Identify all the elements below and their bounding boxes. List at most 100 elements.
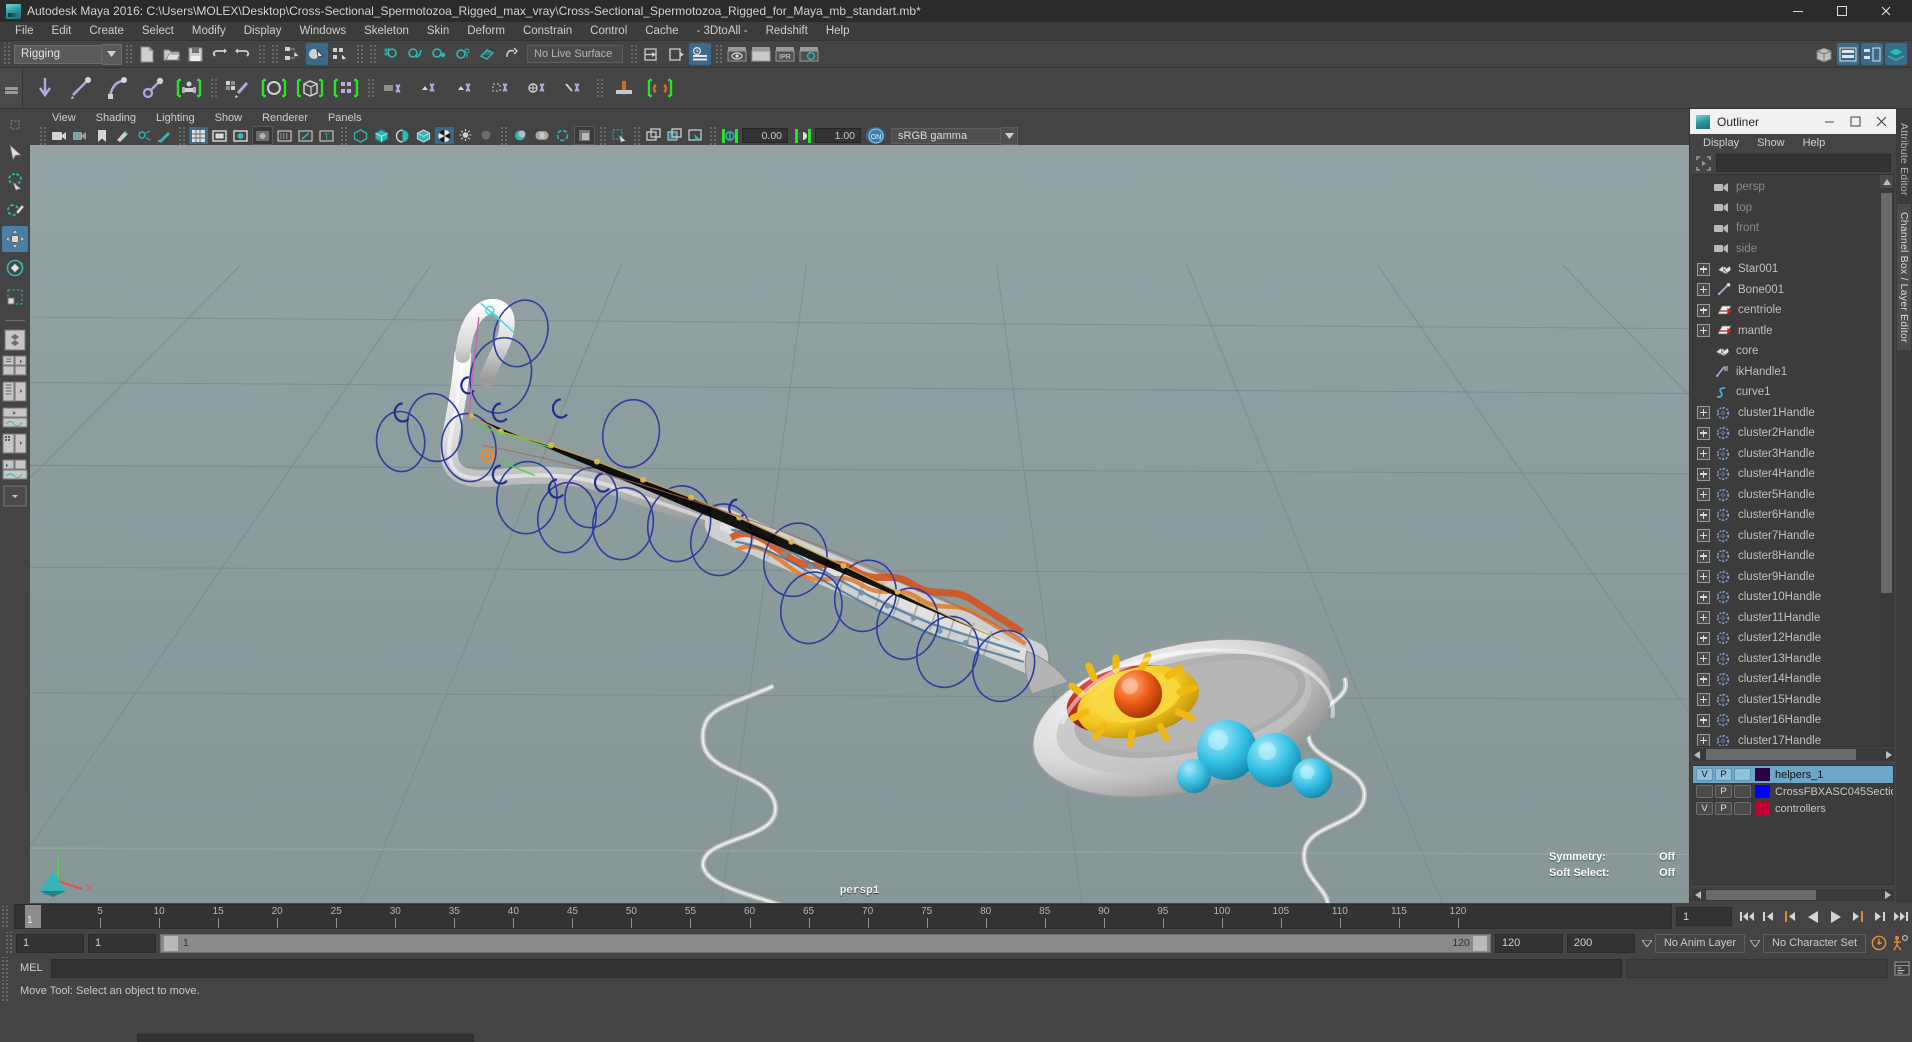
menuset-selector[interactable]: Rigging <box>14 44 102 64</box>
scale-constraint-icon[interactable] <box>487 72 519 104</box>
layer-horizontal-scrollbar[interactable] <box>1692 889 1894 901</box>
insert-joint-icon[interactable] <box>137 72 169 104</box>
expand-toggle-icon[interactable] <box>1697 652 1710 666</box>
wireframe-shading-icon[interactable] <box>351 127 370 144</box>
mirror-joint-icon[interactable] <box>644 72 676 104</box>
tab-channel-box-layer-editor[interactable]: Channel Box / Layer Editor <box>1897 203 1911 351</box>
save-scene-icon[interactable] <box>184 43 206 65</box>
undo-icon[interactable] <box>208 43 230 65</box>
grease-pencil-icon[interactable] <box>155 127 174 144</box>
animation-preferences-icon[interactable] <box>1869 932 1889 954</box>
sidebar-channel-box-icon[interactable] <box>1885 43 1907 65</box>
expand-toggle-icon[interactable] <box>1697 631 1710 645</box>
helpline-gripper[interactable] <box>0 980 9 1002</box>
use-all-lights-icon[interactable] <box>456 127 475 144</box>
outliner-scroll-up-icon[interactable] <box>1880 175 1893 188</box>
command-input-field[interactable] <box>50 958 1622 978</box>
outliner-search-input[interactable] <box>1716 154 1891 172</box>
menu-redshift[interactable]: Redshift <box>757 22 817 40</box>
outliner-filter-icon[interactable] <box>1695 155 1712 172</box>
select-tool-icon[interactable] <box>2 139 28 165</box>
expand-toggle-icon[interactable] <box>1697 406 1710 420</box>
outliner-menu-show[interactable]: Show <box>1748 137 1794 149</box>
resolution-gate-icon[interactable] <box>231 127 250 144</box>
menu-cache[interactable]: Cache <box>636 22 687 40</box>
open-render-view-icon[interactable] <box>644 127 663 144</box>
panel-menu-panels[interactable]: Panels <box>318 112 372 124</box>
layout-persp-graph-icon[interactable] <box>2 406 28 430</box>
range-slider-bar[interactable]: 1 120 <box>160 933 1491 953</box>
outliner-close-icon[interactable] <box>1868 109 1894 134</box>
lattice-deformer-icon[interactable] <box>294 72 326 104</box>
play-forwards-icon[interactable] <box>1825 906 1845 928</box>
outliner-item-cluster16handle[interactable]: cluster16Handle <box>1693 710 1880 731</box>
new-scene-icon[interactable] <box>136 43 158 65</box>
outliner-tree[interactable]: persp top front side Star001 Bone001 centriole… <box>1692 174 1894 747</box>
menu-create[interactable]: Create <box>80 22 133 40</box>
outliner-hscroll-thumb[interactable] <box>1706 749 1856 760</box>
gate-mask-icon[interactable] <box>252 126 273 145</box>
statusline-gripper[interactable] <box>2 43 11 65</box>
multisample-aa-icon[interactable] <box>553 127 572 144</box>
expand-toggle-icon[interactable] <box>1697 467 1710 481</box>
expand-toggle-icon[interactable] <box>1697 713 1710 727</box>
step-forward-frame-icon[interactable] <box>1847 906 1867 928</box>
menu-skeleton[interactable]: Skeleton <box>355 22 418 40</box>
outliner-item-cluster7handle[interactable]: cluster7Handle <box>1693 526 1880 547</box>
ik-handle-tool-icon[interactable] <box>65 72 97 104</box>
go-to-end-icon[interactable] <box>1891 906 1911 928</box>
outliner-item-cluster14handle[interactable]: cluster14Handle <box>1693 669 1880 690</box>
expand-toggle-icon[interactable] <box>1697 508 1710 522</box>
motion-blur-icon[interactable] <box>532 127 551 144</box>
play-backwards-icon[interactable] <box>1803 906 1823 928</box>
menu-file[interactable]: File <box>6 22 43 40</box>
character-set-dropdown-icon[interactable] <box>1747 934 1763 953</box>
outliner-menu-help[interactable]: Help <box>1794 137 1835 149</box>
outliner-item-top[interactable]: top <box>1693 198 1880 219</box>
menu-control[interactable]: Control <box>581 22 636 40</box>
ambient-occlusion-icon[interactable] <box>511 127 530 144</box>
layout-hypershade-persp-icon[interactable] <box>2 432 28 456</box>
shelf-tab-handle[interactable] <box>0 68 22 108</box>
expand-toggle-icon[interactable] <box>1697 734 1710 746</box>
outliner-item-mantle[interactable]: mantle <box>1693 321 1880 342</box>
outliner-item-cluster5handle[interactable]: cluster5Handle <box>1693 485 1880 506</box>
command-language-label[interactable]: MEL <box>12 962 51 974</box>
create-joint-icon[interactable] <box>29 72 61 104</box>
parent-constraint-icon[interactable] <box>379 72 411 104</box>
isolate-select-icon[interactable] <box>610 127 629 144</box>
anim-layer-selector[interactable]: No Anim Layer <box>1654 933 1746 953</box>
smooth-shade-all-icon[interactable] <box>372 127 391 144</box>
expand-toggle-icon[interactable] <box>1697 262 1710 276</box>
outliner-item-centriole[interactable]: centriole <box>1693 300 1880 321</box>
rangeslider-gripper[interactable] <box>4 932 13 954</box>
outliner-item-cluster13handle[interactable]: cluster13Handle <box>1693 649 1880 670</box>
show-attribute-editor-icon[interactable] <box>641 43 663 65</box>
commandline-gripper[interactable] <box>0 957 9 979</box>
sidebar-attribute-editor-icon[interactable] <box>1837 43 1859 65</box>
xray-joints-icon[interactable] <box>296 127 315 144</box>
anim-end-time-field[interactable]: 200 <box>1566 933 1635 953</box>
exposure-toggle-icon[interactable] <box>720 127 739 144</box>
expand-toggle-icon[interactable] <box>1697 283 1710 297</box>
expand-toggle-icon[interactable] <box>1697 590 1710 604</box>
ipr-render-icon[interactable]: IPR <box>774 43 796 65</box>
menu-deform[interactable]: Deform <box>458 22 514 40</box>
panel-menu-renderer[interactable]: Renderer <box>252 112 318 124</box>
film-gate-icon[interactable] <box>210 127 229 144</box>
animation-playback-settings-icon[interactable] <box>1891 932 1911 954</box>
layout-single-perspective-icon[interactable] <box>2 328 28 352</box>
step-forward-key-icon[interactable] <box>1869 906 1889 928</box>
outliner-item-persp[interactable]: persp <box>1693 177 1880 198</box>
outliner-item-cluster3handle[interactable]: cluster3Handle <box>1693 444 1880 465</box>
outliner-item-side[interactable]: side <box>1693 239 1880 260</box>
expand-toggle-icon[interactable] <box>1697 426 1710 440</box>
select-camera-icon[interactable] <box>50 127 69 144</box>
outliner-scroll-thumb[interactable] <box>1881 193 1892 593</box>
gamma-field[interactable]: 1.00 <box>815 128 861 143</box>
color-profile-selector[interactable]: sRGB gamma <box>891 127 1001 144</box>
help-line-input[interactable] <box>137 1034 474 1042</box>
outliner-item-front[interactable]: front <box>1693 218 1880 239</box>
script-editor-icon[interactable] <box>1892 958 1912 978</box>
menu-skin[interactable]: Skin <box>418 22 458 40</box>
